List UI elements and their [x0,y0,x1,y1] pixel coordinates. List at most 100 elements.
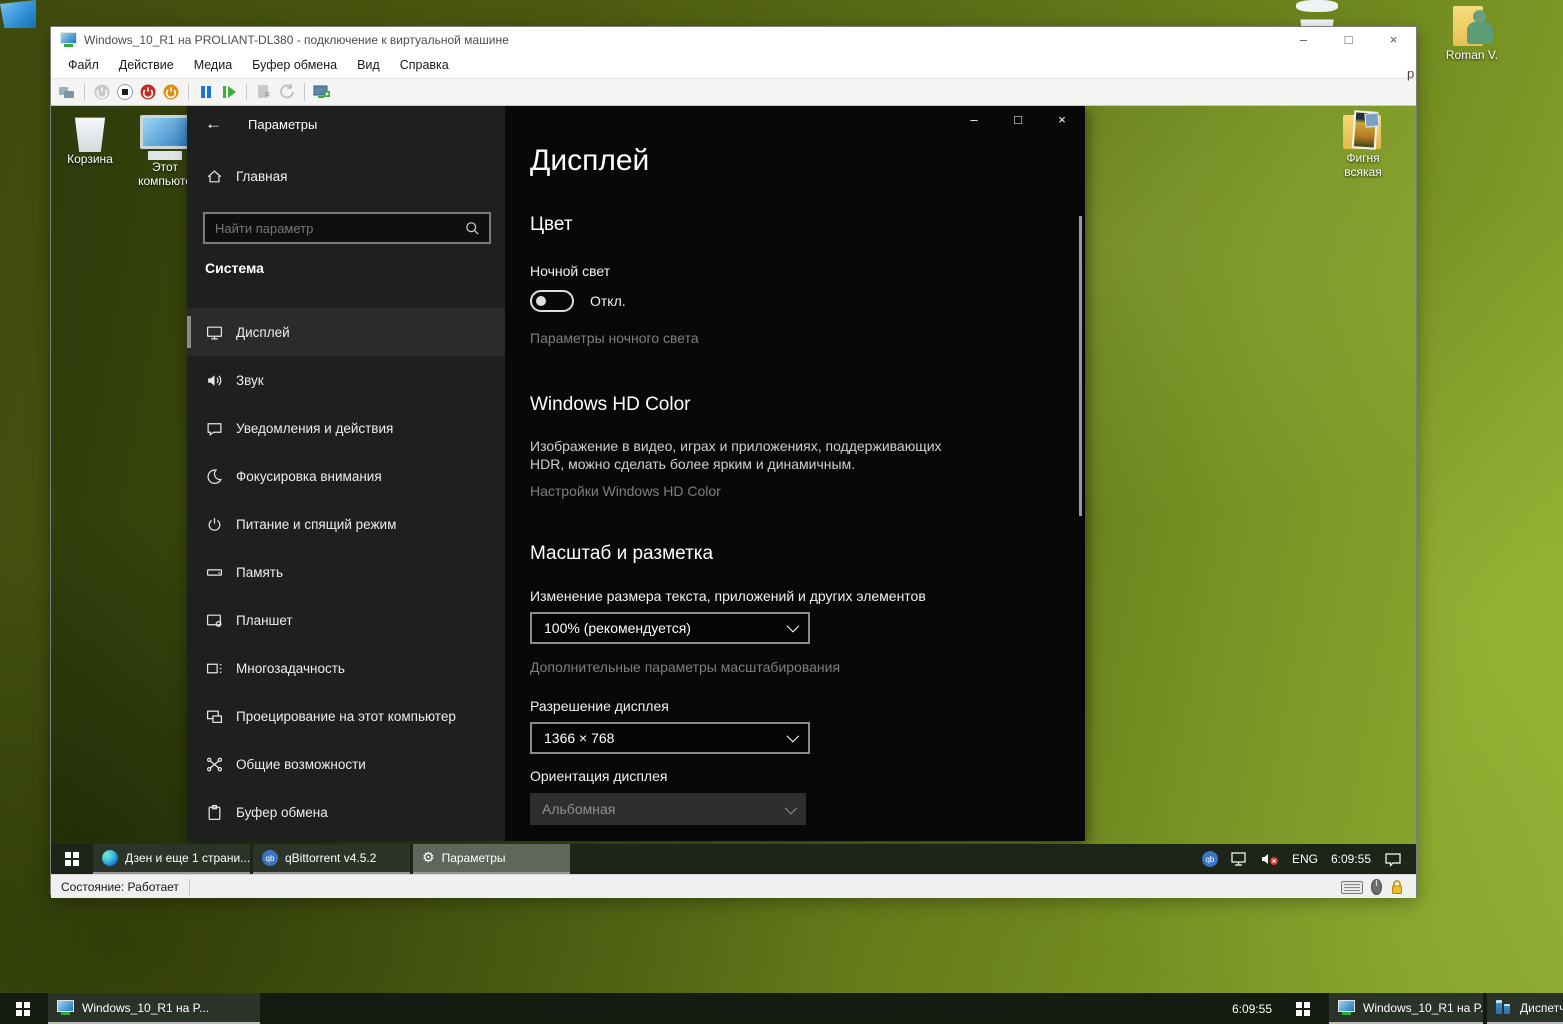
close-button[interactable]: × [1371,32,1416,47]
menu-action[interactable]: Действие [109,54,184,76]
status-bar-icons [1341,879,1404,898]
stuff-folder-icon[interactable]: Фигня всякая [1331,111,1395,179]
vm-recycle-bin-icon[interactable]: ♻ Корзина [59,112,121,166]
close-button[interactable]: × [1053,112,1071,127]
scale-dropdown[interactable]: 100% (рекомендуется) [530,612,810,644]
sidebar-item-focus-assist[interactable]: Фокусировка внимания [187,452,505,500]
orientation-dropdown-disabled: Альбомная [530,793,806,825]
language-indicator[interactable]: ENG [1292,852,1318,866]
sidebar-item-notifications[interactable]: Уведомления и действия [187,404,505,452]
taskbar-button-browser[interactable]: Дзен и еще 1 страни... [93,844,250,874]
hd-color-settings-link[interactable]: Настройки Windows HD Color [530,483,721,499]
windows-logo-icon [1296,1002,1310,1016]
vm-start-button[interactable] [51,844,93,874]
scale-dropdown-value: 100% (рекомендуется) [532,620,691,636]
host-shortcut-icon[interactable] [0,0,36,28]
network-icon[interactable] [1231,852,1248,866]
sidebar-item-label: Буфер обмена [236,805,328,820]
enhanced-session-icon[interactable] [313,83,331,101]
host-taskbar-vm-button[interactable]: Windows_10_R1 на P... [48,993,260,1024]
sidebar-item-label: Фокусировка внимания [236,469,382,484]
sidebar-item-shared-experiences[interactable]: Общие возможности [187,740,505,788]
save-vm-icon[interactable] [162,83,180,101]
settings-header-row: ← Параметры [205,114,317,134]
vm-taskbar: Дзен и еще 1 страни... qb qBittorrent v4… [51,844,1416,874]
menu-view[interactable]: Вид [347,54,390,76]
vm-window-titlebar[interactable]: Windows_10_R1 на PROLIANT-DL380 - подклю… [51,27,1416,52]
mouse-capture-icon [1371,879,1382,898]
chevron-down-icon [787,730,800,743]
night-light-label: Ночной свет [530,263,610,279]
night-light-toggle[interactable] [530,290,574,312]
night-light-settings-link[interactable]: Параметры ночного света [530,330,699,346]
vm-recycle-bin-label: Корзина [59,152,121,166]
sidebar-item-label: Многозадачность [236,661,345,676]
menu-help[interactable]: Справка [390,54,459,76]
checkpoint-icon[interactable] [255,83,273,101]
hyperv-icon [57,1000,74,1015]
volume-muted-icon[interactable] [1261,852,1279,866]
color-section-heading: Цвет [530,214,573,236]
maximize-button[interactable]: □ [1009,112,1027,127]
sidebar-item-display[interactable]: Дисплей [187,308,505,356]
menu-media[interactable]: Медиа [184,54,242,76]
vm-system-tray: qb ENG 6:09:55 [1202,844,1416,874]
maximize-button[interactable]: □ [1326,32,1371,47]
sidebar-item-home[interactable]: Главная [206,168,287,185]
sidebar-items: Дисплей Звук Уведомления и действия [187,308,505,836]
notifications-icon [206,420,223,437]
gear-icon: ⚙ [422,851,435,865]
start-vm-icon[interactable] [93,83,111,101]
ctrl-alt-del-icon[interactable] [58,83,76,101]
sidebar-item-tablet[interactable]: Планшет [187,596,505,644]
qbittorrent-tray-icon[interactable]: qb [1202,851,1218,867]
folder-art [1341,111,1385,151]
sidebar-item-power-sleep[interactable]: Питание и спящий режим [187,500,505,548]
menu-clipboard[interactable]: Буфер обмена [242,54,347,76]
host-taskbar-hyperv-manager-button[interactable]: Диспетчер [1487,993,1563,1024]
action-center-icon[interactable] [1384,852,1402,867]
vm-status-text: Состояние: Работает [61,880,179,894]
back-button[interactable]: ← [205,114,222,134]
host-start-button-monitor2[interactable] [1280,993,1326,1024]
hyperv-manager-icon [1496,1000,1512,1015]
sidebar-item-projecting[interactable]: Проецирование на этот компьютер [187,692,505,740]
user-folder-icon[interactable]: Roman V. [1432,4,1512,62]
hd-color-description-line2: HDR, можно сделать более ярким и динамич… [530,456,855,472]
taskbar-button-label: Дзен и еще 1 страни... [125,851,250,865]
vm-desktop: ♻ Корзина Этот компьюте Фигня всякая [51,106,1416,874]
resolution-dropdown[interactable]: 1366 × 768 [530,722,810,754]
advanced-scaling-link[interactable]: Дополнительные параметры масштабирования [530,659,840,675]
menu-file[interactable]: Файл [58,54,109,76]
shared-experiences-icon [206,756,223,773]
host-taskbar-vm-button-monitor2[interactable]: Windows_10_R1 на P... [1329,993,1483,1024]
host-clock[interactable]: 6:09:55 [1178,993,1272,1024]
search-icon[interactable] [465,221,489,236]
sidebar-item-label: Питание и спящий режим [236,517,396,532]
taskbar-button-settings[interactable]: ⚙ Параметры [413,844,570,874]
vm-clock[interactable]: 6:09:55 [1331,852,1371,866]
sidebar-section-title: Система [205,260,264,276]
hyperv-window-icon [60,32,77,47]
resume-vm-icon[interactable] [220,83,238,101]
turn-off-vm-icon[interactable] [116,83,134,101]
sidebar-item-storage[interactable]: Память [187,548,505,596]
clipboard-icon [206,804,223,821]
vm-toolbar [51,78,1416,106]
hd-color-heading: Windows HD Color [530,394,690,416]
shut-down-vm-icon[interactable] [139,83,157,101]
settings-scrollbar[interactable] [1079,216,1082,516]
minimize-button[interactable]: – [965,112,983,127]
sidebar-item-label: Память [236,565,283,580]
revert-icon[interactable] [278,83,296,101]
search-input[interactable] [205,221,465,236]
minimize-button[interactable]: – [1281,32,1326,47]
settings-search-box[interactable] [203,212,491,244]
sidebar-item-clipboard[interactable]: Буфер обмена [187,788,505,836]
vm-menubar: Файл Действие Медиа Буфер обмена Вид Спр… [51,52,1416,78]
taskbar-button-qbittorrent[interactable]: qb qBittorrent v4.5.2 [253,844,410,874]
host-start-button[interactable] [0,993,46,1024]
sidebar-item-multitasking[interactable]: Многозадачность [187,644,505,692]
sidebar-item-sound[interactable]: Звук [187,356,505,404]
pause-vm-icon[interactable] [197,83,215,101]
